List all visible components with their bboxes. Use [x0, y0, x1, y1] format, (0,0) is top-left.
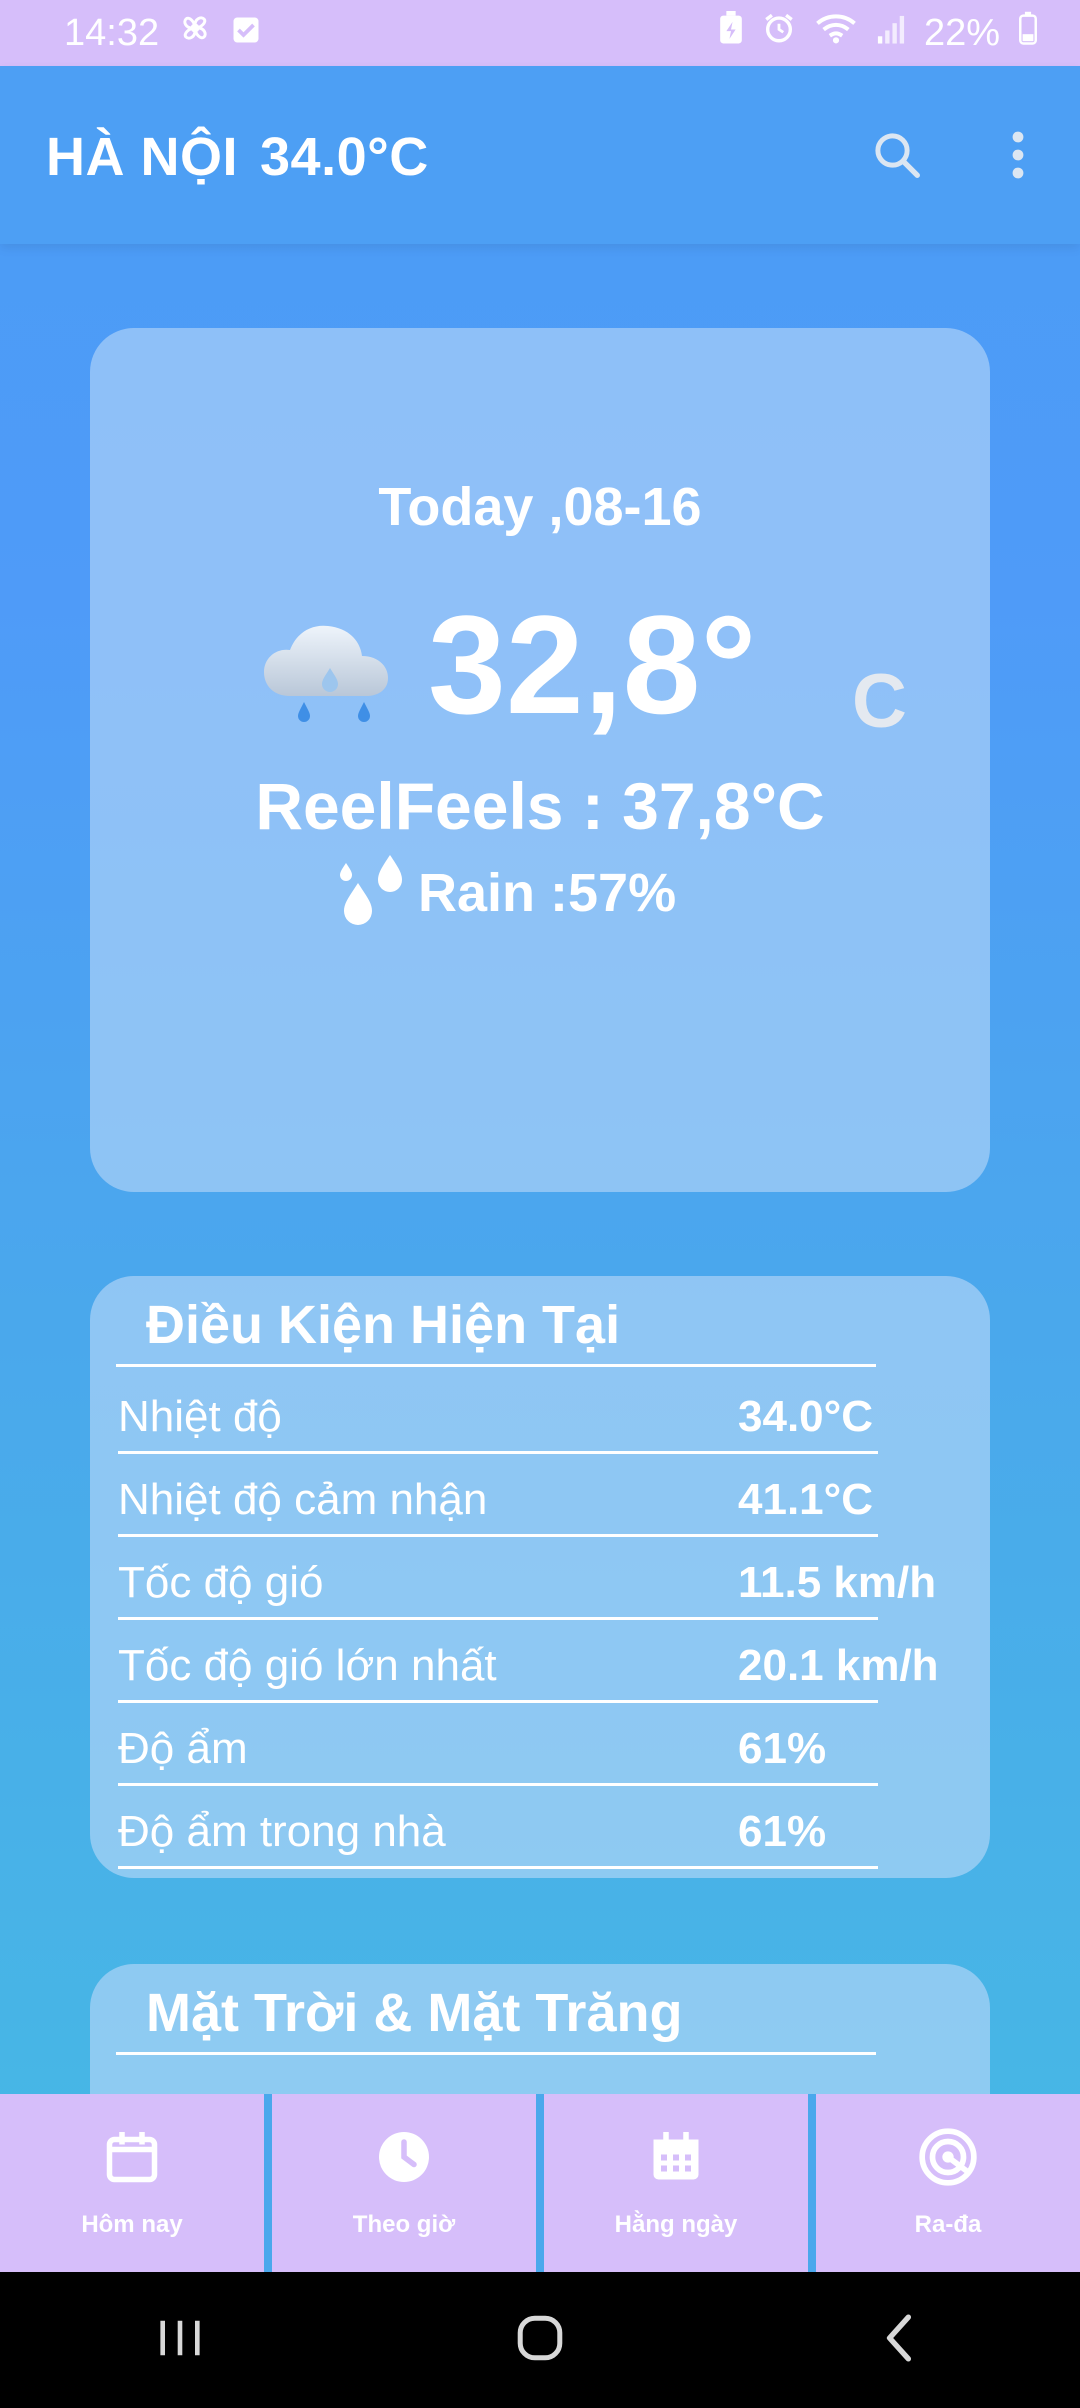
nav-hourly[interactable]: Theo giờ [272, 2094, 536, 2272]
current-temperature: 32,8° [428, 586, 757, 743]
condition-value: 61% [738, 1807, 827, 1856]
rain-chance: Rain :57% [418, 863, 677, 923]
conditions-title: Điều Kiện Hiện Tại [146, 1295, 621, 1355]
condition-label: Nhiệt độ [118, 1392, 282, 1441]
battery-icon [1018, 11, 1038, 55]
nav-today-label: Hôm nay [81, 2211, 183, 2238]
condition-value: 20.1 km/h [738, 1641, 939, 1690]
clock-icon [374, 2126, 434, 2193]
calendar-icon [102, 2126, 162, 2193]
condition-row-wind-speed: Tốc độ gió 11.5 km/h [118, 1538, 936, 1620]
checkbox-icon [231, 12, 261, 55]
radar-icon [917, 2126, 979, 2193]
header-temperature: 34.0°C [260, 127, 429, 187]
condition-value: 11.5 km/h [738, 1558, 937, 1607]
fan-icon [177, 10, 213, 56]
condition-row-humidity: Độ ẩm 61% [118, 1704, 878, 1786]
nav-daily[interactable]: Hằng ngày [544, 2094, 808, 2272]
nav-daily-label: Hằng ngày [614, 2211, 738, 2238]
current-conditions-card: Điều Kiện Hiện Tại Nhiệt độ 34.0°C Nhiệt… [90, 1276, 990, 1878]
system-navigation-bar [0, 2272, 1080, 2408]
divider [116, 1364, 876, 1367]
condition-label: Độ ẩm trong nhà [118, 1807, 446, 1856]
divider [116, 2052, 876, 2055]
condition-label: Độ ẩm [118, 1724, 248, 1773]
more-options-button[interactable] [983, 122, 1053, 192]
nav-radar[interactable]: Ra-đa [816, 2094, 1080, 2272]
today-date: Today ,08-16 [378, 477, 702, 537]
city-name: HÀ NỘI [46, 127, 238, 187]
condition-row-max-wind: Tốc độ gió lớn nhất 20.1 km/h [118, 1621, 939, 1703]
more-vert-icon [1008, 128, 1028, 187]
calendar-grid-icon [646, 2126, 706, 2193]
nav-today[interactable]: Hôm nay [0, 2094, 264, 2272]
condition-value: 61% [738, 1724, 827, 1773]
signal-icon [876, 12, 906, 55]
back-button[interactable] [840, 2300, 960, 2380]
battery-percent: 22% [923, 11, 1000, 54]
condition-label: Nhiệt độ cảm nhận [118, 1475, 488, 1524]
rain-cloud-icon [260, 614, 410, 739]
temperature-row: 32,8° C [260, 586, 907, 744]
today-weather-card: Today ,08-16 32,8° C ReelFeels : 37,8°C [90, 328, 990, 1192]
page-title: HÀ NỘI 34.0°C [46, 126, 451, 188]
app-bar: HÀ NỘI 34.0°C [0, 66, 1080, 244]
condition-row-temperature: Nhiệt độ 34.0°C [118, 1372, 878, 1454]
real-feel: ReelFeels : 37,8°C [255, 769, 825, 843]
condition-label: Tốc độ gió [118, 1558, 324, 1607]
battery-saver-icon [718, 11, 744, 55]
status-bar: 14:32 22% [0, 0, 1080, 66]
back-icon [882, 2313, 918, 2368]
nav-hourly-label: Theo giờ [352, 2211, 456, 2238]
rain-row: Rain :57% [334, 848, 676, 938]
sun-moon-title: Mặt Trời & Mặt Trăng [146, 1983, 683, 2043]
search-icon [870, 128, 924, 187]
raindrops-icon [334, 849, 414, 938]
temperature-unit: C [852, 659, 907, 744]
recents-button[interactable] [120, 2300, 240, 2380]
wifi-icon [814, 11, 858, 55]
home-button[interactable] [480, 2300, 600, 2380]
condition-row-indoor-humidity: Độ ẩm trong nhà 61% [118, 1787, 878, 1869]
bottom-navigation: Hôm nay Theo giờ Hằng ngày Ra-đa [0, 2094, 1080, 2272]
home-icon [515, 2313, 565, 2368]
status-time: 14:32 [64, 11, 160, 54]
condition-label: Tốc độ gió lớn nhất [118, 1641, 497, 1690]
nav-radar-label: Ra-đa [914, 2211, 982, 2238]
search-button[interactable] [862, 122, 932, 192]
recents-icon [155, 2316, 205, 2365]
alarm-icon [762, 11, 796, 55]
condition-row-feels-like: Nhiệt độ cảm nhận 41.1°C [118, 1455, 878, 1537]
condition-value: 34.0°C [738, 1392, 874, 1441]
condition-value: 41.1°C [738, 1475, 874, 1524]
